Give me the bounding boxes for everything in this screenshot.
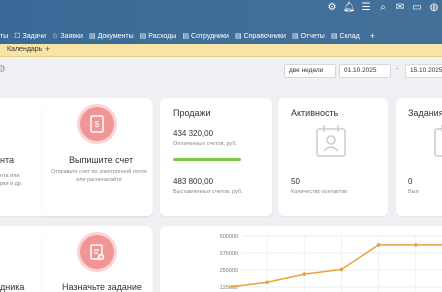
nav-item-reports[interactable]: ▤ Отчеты <box>291 32 325 41</box>
card-title: дника <box>0 282 25 292</box>
card-title: Выпишите счет <box>69 155 134 165</box>
date-to-field[interactable]: 15.10.2025 <box>405 64 442 78</box>
document-icon: ▤ <box>182 33 190 40</box>
nav-item-warehouse[interactable]: ▤ Склад <box>330 32 360 41</box>
card-desc: нта или <box>0 173 20 179</box>
nav-item-directories[interactable]: ▤ Справочники <box>234 32 286 41</box>
data-point[interactable] <box>302 272 307 276</box>
nav-label: Документы <box>97 32 134 40</box>
nav-item-employees[interactable]: ▤ Сотрудники <box>182 32 229 41</box>
chat-icon[interactable]: ▭ <box>409 3 425 13</box>
paid-amount: 434 320,00 <box>173 129 214 138</box>
document-icon: ▤ <box>330 33 338 40</box>
gear-icon[interactable]: ⚙ <box>324 3 340 13</box>
nav-item-requests[interactable]: ☆ Заявки <box>52 32 83 41</box>
date-range-dash: - <box>396 66 399 73</box>
search-icon[interactable]: ⌕ <box>375 3 391 13</box>
tab-bar: Календарь + <box>0 44 442 57</box>
add-menu-button[interactable]: + <box>370 31 375 41</box>
data-point[interactable] <box>413 243 418 247</box>
card-desc: Отправьте счет по электронной почте <box>50 169 148 175</box>
nav-item-expenses[interactable]: ▤ Расходы <box>139 32 177 41</box>
nav-label: Справочники <box>243 32 286 40</box>
y-tick-label: 375000 <box>220 251 238 257</box>
nav-label: Заявки <box>60 32 83 40</box>
nav-label: Расходы <box>148 32 177 40</box>
nav-label: Сотрудники <box>191 32 229 40</box>
card-desc: или распечатайте <box>76 177 122 183</box>
data-point[interactable] <box>265 280 269 285</box>
paid-label: Оплаченных счетов, руб. <box>173 141 238 147</box>
nav-label: ты <box>0 32 9 40</box>
activity-label: Количество контактов <box>291 189 348 195</box>
sales-chart-card: 500000 375000 250000 125000 <box>160 226 442 292</box>
card-title: Активность <box>291 108 339 118</box>
bell-icon[interactable]: 🔔︎ <box>341 3 357 13</box>
y-tick-label: 500000 <box>220 234 238 240</box>
data-point[interactable] <box>339 267 344 272</box>
mail-icon[interactable]: ✉ <box>392 3 408 13</box>
clipboard-add-icon <box>90 244 105 261</box>
tab-calendar[interactable]: Календарь <box>7 46 42 53</box>
checkbox-icon: ☐ <box>14 33 21 40</box>
sales-line-chart: 500000375000250000125000 <box>220 234 442 292</box>
star-icon: ☆ <box>52 33 59 40</box>
list-icon[interactable]: ☰ <box>358 3 374 13</box>
paid-progress-bar <box>173 158 242 161</box>
tasks-calendar-icon <box>434 125 442 157</box>
card-title: Задания <box>408 108 442 118</box>
card-title: Назначьте задание <box>62 282 142 292</box>
series-line <box>229 244 442 288</box>
card-tasks[interactable]: Задания 0 Вып <box>396 98 442 216</box>
top-navigation-bar: ⚙ 🔔︎ ☰ ⌕ ✉ ▭ ◍ ты ☐ Задачи ☆ Заявки ▤ Докум… <box>0 0 442 44</box>
invoice-icon-circle: $ <box>80 107 114 141</box>
card-activity[interactable]: Активность 50 Количество контактов <box>278 98 388 216</box>
tasks-label: Вып <box>408 189 419 195</box>
tasks-value: 0 <box>408 177 413 186</box>
document-icon: ▤ <box>291 33 299 40</box>
nav-item-documents[interactable]: ▤ Документы <box>88 32 134 41</box>
data-point[interactable] <box>376 243 381 247</box>
contacts-calendar-icon <box>316 125 346 157</box>
period-select[interactable]: две недели <box>284 64 336 78</box>
date-from-field[interactable]: 01.10.2025 <box>339 64 391 78</box>
invoice-icon: $ <box>90 115 104 133</box>
document-icon: ▤ <box>139 33 147 40</box>
user-icon[interactable]: ◍ <box>426 3 442 13</box>
document-icon: ▤ <box>234 33 242 40</box>
card-assign-task[interactable]: Назначьте задание <box>42 226 152 292</box>
assign-icon-circle <box>80 235 114 269</box>
issued-label: Выставленных счетов, руб. <box>173 189 243 195</box>
add-tab-button[interactable]: + <box>45 44 50 54</box>
card-sales[interactable]: Продажи 434 320,00 Оплаченных счетов, ру… <box>160 98 272 216</box>
issued-amount: 483 800,00 <box>173 177 214 186</box>
card-title: нта <box>0 155 14 165</box>
card-title: Продажи <box>173 108 211 118</box>
document-icon: ▤ <box>88 33 96 40</box>
card-invoice[interactable]: $ Выпишите счет Отправьте счет по электр… <box>42 98 152 216</box>
card-desc: рки и др. <box>0 181 23 187</box>
top-icons-group: ⚙ 🔔︎ ☰ ⌕ ✉ ▭ ◍ <box>324 3 442 13</box>
nav-label: Склад <box>339 32 360 40</box>
nav-label: Отчеты <box>300 32 325 40</box>
nav-item-tasks[interactable]: ☐ Задачи <box>14 32 47 41</box>
y-tick-label: 250000 <box>220 268 238 274</box>
main-menu: ты ☐ Задачи ☆ Заявки ▤ Документы ▤ Расходы ▤… <box>0 28 375 44</box>
nav-item-partial[interactable]: ты <box>0 33 8 40</box>
settings-gear-icon[interactable]: ⚙ <box>0 64 6 75</box>
nav-label: Задачи <box>22 32 47 40</box>
activity-value: 50 <box>291 177 300 186</box>
svg-text:$: $ <box>95 120 100 129</box>
